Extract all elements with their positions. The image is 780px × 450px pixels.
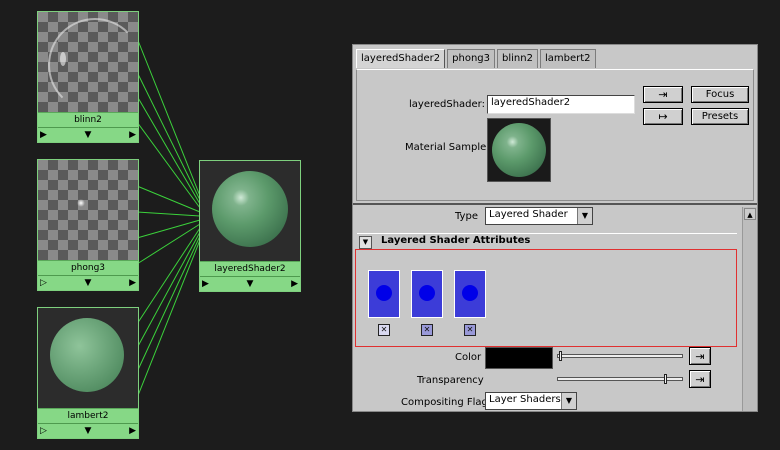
color-map-button[interactable]: ⇥ bbox=[689, 347, 711, 365]
remove-layer-icon[interactable]: ✕ bbox=[464, 324, 476, 336]
tab-bar: layeredShader2 phong3 blinn2 lambert2 bbox=[356, 49, 598, 68]
swatch-layeredShader2 bbox=[200, 161, 300, 261]
compositing-flag-dropdown[interactable]: Layer Shaders ▼ bbox=[485, 392, 577, 410]
wire bbox=[136, 37, 201, 197]
node-layeredShader2[interactable]: layeredShader2 ▶ ▼ ▶ bbox=[199, 160, 301, 292]
presets-button[interactable]: Presets bbox=[691, 108, 749, 125]
transparency-label: Transparency bbox=[417, 375, 484, 386]
remove-layer-icon[interactable]: ✕ bbox=[378, 324, 390, 336]
layer-swatch-2[interactable] bbox=[411, 270, 443, 318]
node-lambert2[interactable]: lambert2 ▷ ▼ ▶ bbox=[37, 307, 139, 439]
remove-layer-icon[interactable]: ✕ bbox=[421, 324, 433, 336]
type-dropdown[interactable]: Layered Shader ▼ bbox=[485, 207, 593, 225]
play-icon[interactable]: ▶ bbox=[40, 129, 47, 141]
output-connection-button[interactable]: ↦ bbox=[643, 108, 683, 125]
chevron-down-icon: ▼ bbox=[577, 208, 592, 224]
shader-name-field[interactable]: layeredShader2 bbox=[487, 95, 635, 114]
compositing-value: Layer Shaders bbox=[489, 394, 561, 405]
input-arrow-icon: ⇥ bbox=[695, 349, 705, 363]
play-icon[interactable]: ▶ bbox=[291, 278, 298, 290]
node-controls: ▶ ▼ ▶ bbox=[200, 276, 300, 291]
focus-button[interactable]: Focus bbox=[691, 86, 749, 103]
play-icon[interactable]: ▶ bbox=[129, 425, 136, 437]
wire bbox=[136, 185, 201, 213]
tab-lambert2[interactable]: lambert2 bbox=[539, 49, 596, 68]
play-outline-icon[interactable]: ▷ bbox=[40, 277, 47, 289]
expand-down-icon[interactable]: ▼ bbox=[85, 425, 92, 437]
wire bbox=[136, 227, 201, 325]
tab-layeredShader2[interactable]: layeredShader2 bbox=[356, 49, 446, 68]
node-label: layeredShader2 bbox=[200, 261, 300, 276]
wire bbox=[136, 239, 201, 399]
color-slider[interactable] bbox=[557, 354, 683, 358]
swatch-phong3 bbox=[38, 160, 138, 260]
wire bbox=[136, 71, 201, 201]
shader-header-panel: layeredShader: layeredShader2 ⇥ ↦ Focus … bbox=[356, 69, 754, 201]
scroll-up-icon[interactable]: ▲ bbox=[744, 208, 756, 220]
section-title: Layered Shader Attributes bbox=[381, 235, 531, 246]
layer-color-dot bbox=[462, 285, 478, 301]
layer-color-dot bbox=[419, 285, 435, 301]
layer-color-dot bbox=[376, 285, 392, 301]
color-label: Color bbox=[455, 352, 482, 363]
node-label: lambert2 bbox=[38, 408, 138, 423]
chevron-down-icon: ▼ bbox=[561, 393, 576, 409]
tab-phong3[interactable]: phong3 bbox=[447, 49, 496, 68]
swatch-lambert2 bbox=[38, 308, 138, 408]
color-swatch[interactable] bbox=[485, 347, 553, 369]
material-sample-swatch bbox=[487, 118, 551, 182]
play-outline-icon[interactable]: ▷ bbox=[40, 425, 47, 437]
transparency-map-button[interactable]: ⇥ bbox=[689, 370, 711, 388]
compositing-flag-label: Compositing Flag bbox=[401, 397, 488, 408]
play-icon[interactable]: ▶ bbox=[129, 129, 136, 141]
input-arrow-icon: ⇥ bbox=[658, 88, 668, 101]
output-arrow-icon: ↦ bbox=[658, 110, 668, 123]
play-icon[interactable]: ▶ bbox=[202, 278, 209, 290]
layer-swatch-1[interactable] bbox=[368, 270, 400, 318]
wire bbox=[136, 231, 201, 349]
node-controls: ▶ ▼ ▶ bbox=[38, 127, 138, 142]
vertical-scrollbar[interactable]: ▲ bbox=[742, 207, 757, 411]
attributes-panel: Type Layered Shader ▼ ▼ Layered Shader A… bbox=[353, 203, 757, 413]
node-label: blinn2 bbox=[38, 112, 138, 127]
transparency-slider-handle[interactable] bbox=[664, 374, 667, 384]
attribute-editor: layeredShader2 phong3 blinn2 lambert2 la… bbox=[352, 44, 758, 412]
expand-down-icon[interactable]: ▼ bbox=[247, 278, 254, 290]
node-controls: ▷ ▼ ▶ bbox=[38, 423, 138, 438]
tab-blinn2[interactable]: blinn2 bbox=[497, 49, 538, 68]
expand-down-icon[interactable]: ▼ bbox=[85, 277, 92, 289]
wire bbox=[136, 223, 201, 265]
node-blinn2[interactable]: blinn2 ▶ ▼ ▶ bbox=[37, 11, 139, 143]
layers-area: ✕ ✕ ✕ bbox=[355, 249, 737, 347]
type-value: Layered Shader bbox=[489, 209, 568, 220]
wire bbox=[136, 235, 201, 373]
play-icon[interactable]: ▶ bbox=[129, 277, 136, 289]
hypershade-graph: blinn2 ▶ ▼ ▶ phong3 ▷ ▼ ▶ lambert2 ▷ ▼ ▶ bbox=[0, 0, 340, 450]
input-connection-button[interactable]: ⇥ bbox=[643, 86, 683, 103]
collapse-triangle-icon[interactable]: ▼ bbox=[359, 236, 372, 249]
shader-name-label: layeredShader: bbox=[409, 99, 485, 110]
expand-down-icon[interactable]: ▼ bbox=[85, 129, 92, 141]
node-label: phong3 bbox=[38, 260, 138, 275]
wire bbox=[136, 219, 201, 239]
node-controls: ▷ ▼ ▶ bbox=[38, 275, 138, 290]
wire bbox=[136, 211, 201, 217]
type-label: Type bbox=[455, 211, 478, 222]
swatch-blinn2 bbox=[38, 12, 138, 112]
layer-swatch-3[interactable] bbox=[454, 270, 486, 318]
node-phong3[interactable]: phong3 ▷ ▼ ▶ bbox=[37, 159, 139, 291]
material-sample-label: Material Sample bbox=[405, 142, 487, 153]
color-slider-handle[interactable] bbox=[559, 351, 562, 361]
wire bbox=[136, 95, 201, 205]
input-arrow-icon: ⇥ bbox=[695, 372, 705, 386]
